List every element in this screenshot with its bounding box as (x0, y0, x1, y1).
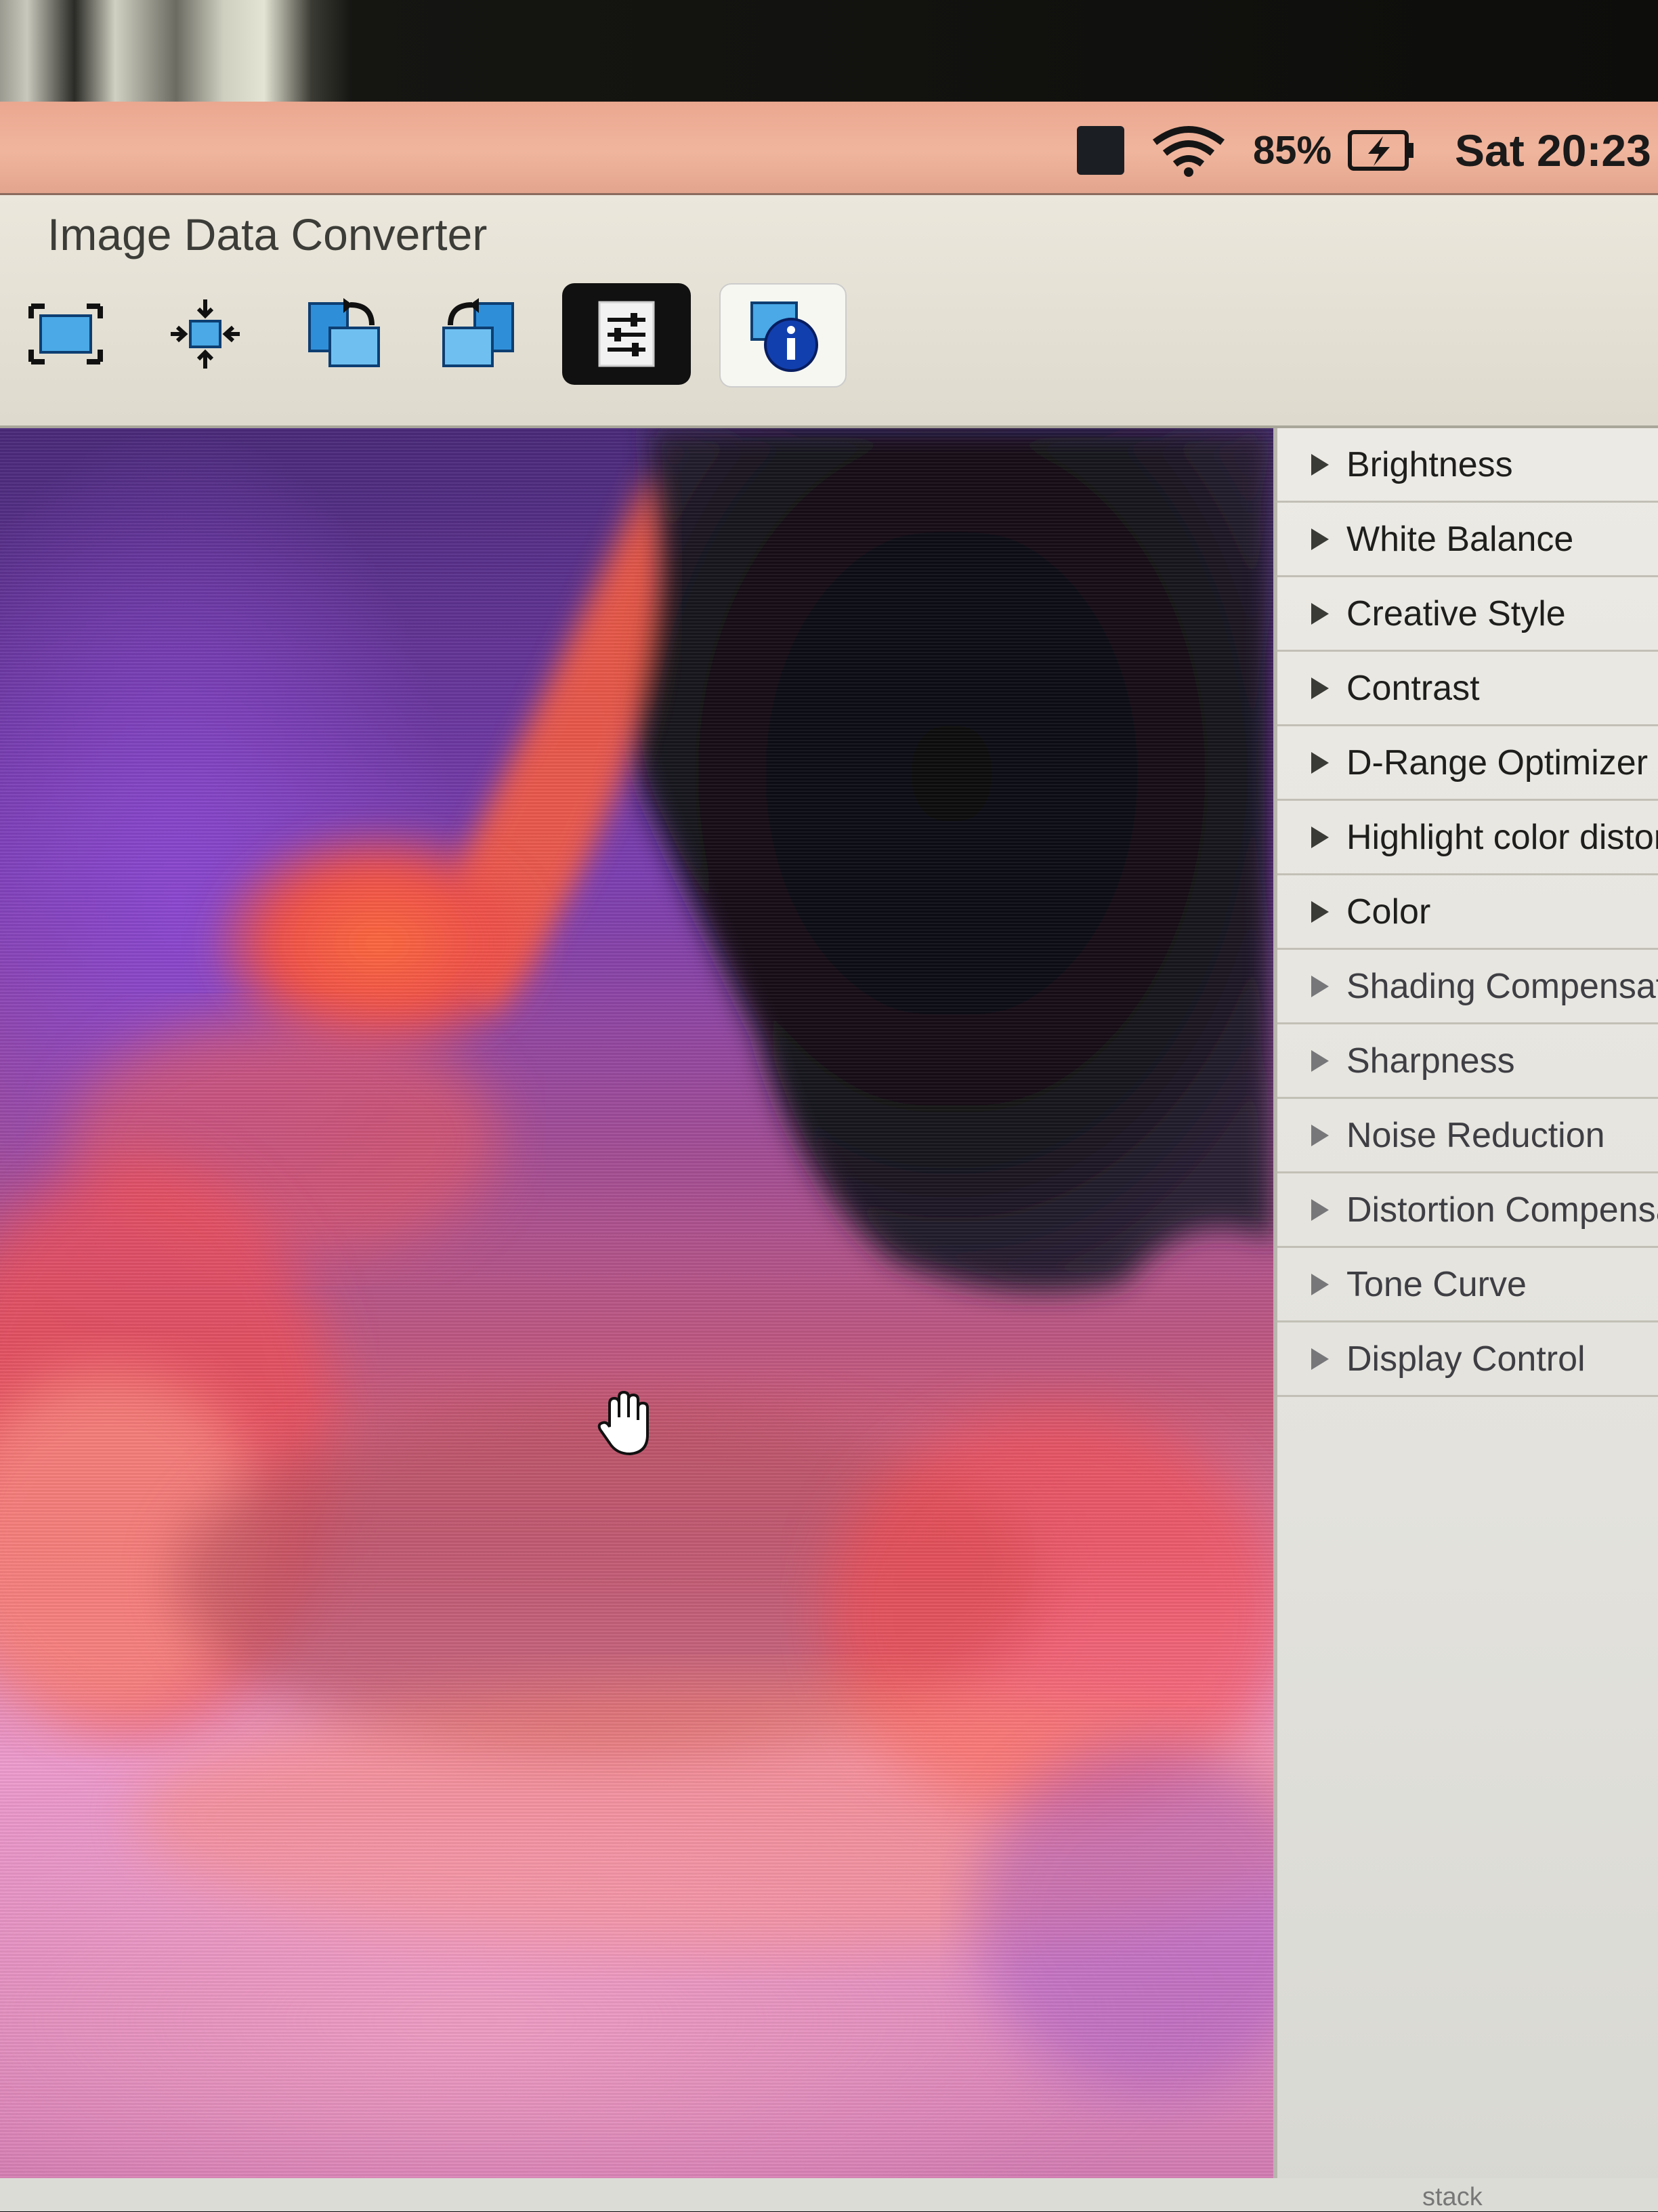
battery-percent[interactable]: 85% (1253, 128, 1332, 173)
disclosure-triangle-icon[interactable] (1311, 602, 1329, 625)
panel-item-creative-style[interactable]: Creative Style (1277, 577, 1658, 652)
panel-item-tone-curve[interactable]: Tone Curve (1277, 1248, 1658, 1322)
rotate-left-icon (308, 298, 380, 367)
disclosure-triangle-icon[interactable] (1311, 677, 1329, 699)
panel-item-color[interactable]: Color (1277, 875, 1658, 950)
rotate-right-icon (442, 298, 514, 367)
window-titlebar: Image Data Converter (0, 195, 1658, 428)
rotate-right-button[interactable] (428, 283, 530, 385)
panel-item-label: Tone Curve (1346, 1264, 1527, 1304)
bottom-text-fragment: stack (1422, 2183, 1483, 2211)
monitor-bezel (0, 0, 1658, 102)
disclosure-triangle-icon[interactable] (1311, 826, 1329, 848)
rotate-left-button[interactable] (293, 283, 394, 385)
panel-item-label: Shading Compensati (1346, 966, 1658, 1006)
panel-item-sharpness[interactable]: Sharpness (1277, 1024, 1658, 1099)
actual-size-button[interactable] (154, 283, 256, 385)
sunset-sky-photo (0, 428, 1273, 2211)
disclosure-triangle-icon[interactable] (1311, 1273, 1329, 1295)
disclosure-triangle-icon[interactable] (1311, 1124, 1329, 1146)
panel-item-label: Noise Reduction (1346, 1115, 1605, 1155)
info-icon (750, 301, 818, 372)
disclosure-triangle-icon[interactable] (1311, 975, 1329, 997)
disclosure-triangle-icon[interactable] (1311, 528, 1329, 550)
actual-size-icon (171, 299, 240, 369)
adjustment-palette: Brightness White Balance Creative Style Con… (1273, 428, 1658, 2211)
info-button[interactable] (719, 283, 847, 388)
adjust-palette-button[interactable] (562, 283, 691, 385)
panel-item-label: Display Control (1346, 1339, 1586, 1379)
image-preview[interactable] (0, 428, 1273, 2211)
panel-item-label: Color (1346, 892, 1431, 932)
adjust-palette-icon (598, 301, 655, 367)
disclosure-triangle-icon[interactable] (1311, 1049, 1329, 1072)
panel-item-white-balance[interactable]: White Balance (1277, 503, 1658, 577)
panel-item-label: Sharpness (1346, 1041, 1515, 1081)
disclosure-triangle-icon[interactable] (1311, 900, 1329, 923)
battery-charging-icon[interactable] (1348, 129, 1416, 171)
panel-item-brightness[interactable]: Brightness (1277, 428, 1658, 503)
panel-item-label: Highlight color distor (1346, 817, 1658, 857)
panel-item-label: Creative Style (1346, 593, 1566, 633)
panel-item-noise-reduction[interactable]: Noise Reduction (1277, 1099, 1658, 1173)
panel-item-label: Brightness (1346, 444, 1513, 484)
fit-to-screen-icon (28, 304, 103, 364)
disclosure-triangle-icon[interactable] (1311, 1198, 1329, 1221)
panel-item-shading-compensati[interactable]: Shading Compensati (1277, 950, 1658, 1024)
panel-item-label: Distortion Compensat (1346, 1190, 1658, 1230)
disclosure-triangle-icon[interactable] (1311, 751, 1329, 774)
window-title: Image Data Converter (47, 209, 488, 259)
panel-item-contrast[interactable]: Contrast (1277, 652, 1658, 726)
wifi-icon[interactable] (1151, 123, 1226, 178)
disclosure-triangle-icon[interactable] (1311, 453, 1329, 476)
panel-item-highlight-color-distor[interactable]: Highlight color distor (1277, 801, 1658, 875)
menu-bar: 85% Sat 20:23 (0, 102, 1658, 195)
hand-cursor-icon (597, 1390, 649, 1456)
panel-item-label: Contrast (1346, 668, 1480, 708)
panel-item-label: White Balance (1346, 519, 1574, 559)
app-status-icon[interactable] (1077, 126, 1124, 175)
fit-to-screen-button[interactable] (15, 283, 116, 385)
panel-item-label: D-Range Optimizer (1346, 743, 1649, 782)
bottom-status-strip (0, 2178, 1658, 2211)
menu-clock[interactable]: Sat 20:23 (1455, 125, 1651, 176)
panel-item-display-control[interactable]: Display Control (1277, 1322, 1658, 1397)
panel-item-distortion-compensat[interactable]: Distortion Compensat (1277, 1173, 1658, 1248)
disclosure-triangle-icon[interactable] (1311, 1348, 1329, 1370)
panel-item-d-range-optimizer[interactable]: D-Range Optimizer (1277, 726, 1658, 801)
